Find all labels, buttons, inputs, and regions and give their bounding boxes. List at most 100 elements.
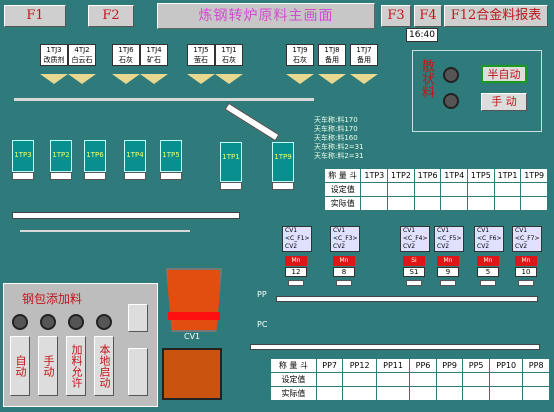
set-cell[interactable] (488, 372, 524, 387)
bin-name: 改质剂 (43, 56, 65, 64)
bin-hopper (286, 74, 314, 84)
weigh-label: 称 量 斗 (323, 168, 362, 183)
set-cell[interactable] (360, 182, 389, 197)
silo[interactable]: 1TP4 (124, 140, 146, 172)
small-button-1[interactable] (128, 304, 148, 332)
cv-text: <C_F3> (333, 235, 358, 242)
set-cell[interactable] (522, 372, 550, 387)
small-button-2[interactable] (128, 348, 148, 396)
scatter-label: 散状料 (419, 59, 434, 98)
f1-button[interactable]: F1 (4, 5, 66, 27)
element-value: 8 (333, 267, 355, 277)
cv-text: CV2 (285, 243, 298, 250)
crane-stats: 天车称:料170 天车称:料170 天车称:料160 天车称:料2=31 天车称:料2=… (314, 116, 364, 161)
clock: 16:40 (406, 28, 438, 42)
manual-button-2[interactable]: 手动 (38, 336, 58, 396)
col-header: 1TP9 (520, 168, 548, 183)
manual-lamp (443, 93, 459, 109)
element-value: S1 (403, 267, 425, 277)
silo-gate (220, 182, 242, 190)
bin-id: 1TJ3 (46, 46, 62, 54)
silo[interactable]: 1TP5 (160, 140, 182, 172)
set-cell[interactable] (520, 182, 548, 197)
bin-id: 1TJ7 (356, 46, 372, 54)
bin-label: 1TJ1 石灰 (215, 44, 243, 66)
col-header: 1TP3 (360, 168, 389, 183)
cv-text: CV2 (477, 243, 490, 250)
set-cell[interactable] (387, 182, 415, 197)
set-cell[interactable] (435, 372, 464, 387)
local-lamp (96, 314, 112, 330)
local-start-button[interactable]: 本地启动 (94, 336, 114, 396)
cv-text: <C_F1> (285, 235, 310, 242)
cv-text: CV1 (477, 227, 490, 234)
stat-line: 天车称:料170 (314, 116, 358, 124)
bin-hopper (112, 74, 140, 84)
set-cell[interactable] (493, 182, 522, 197)
element-tag: Mn (477, 256, 499, 266)
set-cell[interactable] (462, 372, 490, 387)
bin-label: 1TJ4 矿石 (140, 44, 168, 66)
set-cell[interactable] (409, 372, 437, 387)
f12-report-button[interactable]: F12合金料报表 (444, 5, 548, 27)
f3-button[interactable]: F3 (381, 5, 411, 27)
bin-label: 4TJ2 白云石 (68, 44, 96, 66)
converter-band (168, 312, 220, 320)
silo[interactable]: 1TP6 (84, 140, 106, 172)
permit-button[interactable]: 加料允许 (66, 336, 86, 396)
element-tag: Mn (333, 256, 355, 266)
auto-button[interactable]: 自动 (10, 336, 30, 396)
bin-hopper (140, 74, 168, 84)
bin-id: 1TJ1 (221, 46, 237, 54)
main-belt (250, 344, 540, 350)
f4-button[interactable]: F4 (414, 5, 442, 27)
silo[interactable]: 1TP2 (50, 140, 72, 172)
element-value: 9 (437, 267, 459, 277)
actual-cell (440, 196, 469, 211)
cv-text: <C_F5> (437, 235, 462, 242)
ladle-car (162, 348, 222, 400)
manual-button[interactable]: 手 动 (481, 93, 527, 111)
cv-unit[interactable]: CV1 <C_F5> CV2 (434, 226, 464, 252)
set-cell[interactable] (413, 182, 442, 197)
semi-auto-button[interactable]: 半自动 (481, 65, 527, 83)
set-cell[interactable] (467, 182, 495, 197)
stat-line: 天车称:料2=31 (314, 143, 364, 151)
pp-label: PP (257, 290, 267, 299)
silo[interactable]: 1TP1 (220, 142, 242, 182)
cv-text: CV2 (437, 243, 450, 250)
auto-lamp (12, 314, 28, 330)
actual-cell (409, 386, 437, 401)
set-label: 设定值 (323, 182, 362, 197)
bin-name: 备用 (325, 56, 339, 64)
silo-gate (160, 172, 182, 180)
bin-name: 白云石 (71, 56, 93, 64)
stat-line: 天车称:料2=31 (314, 152, 364, 160)
set-cell[interactable] (440, 182, 469, 197)
bin-name: 备用 (357, 56, 371, 64)
feeder (336, 280, 352, 286)
silo[interactable]: 1TP3 (12, 140, 34, 172)
inclined-conveyor (224, 102, 280, 142)
bin-name: 石灰 (119, 56, 133, 64)
cv-unit[interactable]: CV1 <C_F7> CV2 (512, 226, 542, 252)
actual-label: 实际值 (323, 196, 362, 211)
cv-unit[interactable]: CV1 <C_F6> CV2 (474, 226, 504, 252)
silo[interactable]: 1TP9 (272, 142, 294, 182)
set-cell[interactable] (375, 372, 411, 387)
silo-gate (124, 172, 146, 180)
cv-unit[interactable]: CV1 <C_F3> CV2 (330, 226, 360, 252)
bin-id: 1TJ4 (146, 46, 162, 54)
actual-cell (522, 386, 550, 401)
set-cell[interactable] (315, 372, 344, 387)
cv-unit[interactable]: CV1 <C_F1> CV2 (282, 226, 312, 252)
cv-text: CV1 (403, 227, 416, 234)
feeder (480, 280, 496, 286)
bin-name: 萤石 (194, 56, 208, 64)
f2-button[interactable]: F2 (88, 5, 134, 27)
cv-unit[interactable]: CV1 <C_F4> CV2 (400, 226, 430, 252)
col-header: PP11 (375, 358, 411, 373)
set-cell[interactable] (342, 372, 377, 387)
element-tag: Si (403, 256, 425, 266)
feeder (518, 280, 534, 286)
